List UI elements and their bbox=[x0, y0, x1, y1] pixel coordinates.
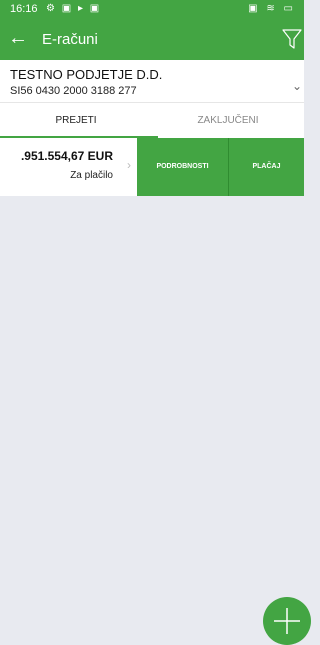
invoice-summary[interactable]: .951.554,67 EUR Za plačilo › bbox=[0, 138, 137, 196]
invoice-status: Za plačilo bbox=[70, 170, 113, 181]
account-name: TESTNO PODJETJE D.D. bbox=[10, 67, 163, 82]
plus-icon bbox=[274, 608, 300, 634]
back-arrow-icon[interactable]: ← bbox=[8, 26, 28, 50]
chevron-down-icon: ⌄ bbox=[291, 79, 302, 93]
invoice-row: .951.554,67 EUR Za plačilo › PODROBNOSTI… bbox=[0, 138, 304, 196]
invoice-amount: .951.554,67 EUR bbox=[20, 149, 113, 163]
tab-received[interactable]: PREJETI bbox=[0, 103, 158, 139]
pay-button[interactable]: PLAČAJ bbox=[228, 138, 304, 196]
add-button[interactable] bbox=[263, 597, 311, 645]
filter-icon[interactable] bbox=[282, 28, 302, 55]
tab-closed-label: ZAKLJUČENI bbox=[197, 115, 259, 126]
page-title: E-računi bbox=[42, 31, 98, 48]
tab-received-label: PREJETI bbox=[55, 115, 97, 126]
details-button[interactable]: PODROBNOSTI bbox=[137, 138, 228, 196]
app-bar: ← E-računi bbox=[0, 20, 304, 60]
account-selector[interactable]: TESTNO PODJETJE D.D. SI56 0430 2000 3188… bbox=[0, 60, 304, 102]
tab-closed[interactable]: ZAKLJUČENI bbox=[152, 103, 304, 139]
status-bar: 16:16 ⚙ ▣ ▸ ▣ ▣ ≋ ▭ bbox=[0, 0, 304, 20]
account-iban: SI56 0430 2000 3188 277 bbox=[10, 85, 137, 97]
status-time: 16:16 bbox=[10, 3, 38, 15]
tab-bar: PREJETI ZAKLJUČENI bbox=[0, 102, 304, 139]
notification-icons: ⚙ ▣ ▸ ▣ bbox=[46, 3, 102, 14]
chevron-right-icon: › bbox=[127, 158, 131, 172]
system-icons: ▣ ≋ ▭ bbox=[248, 3, 296, 14]
